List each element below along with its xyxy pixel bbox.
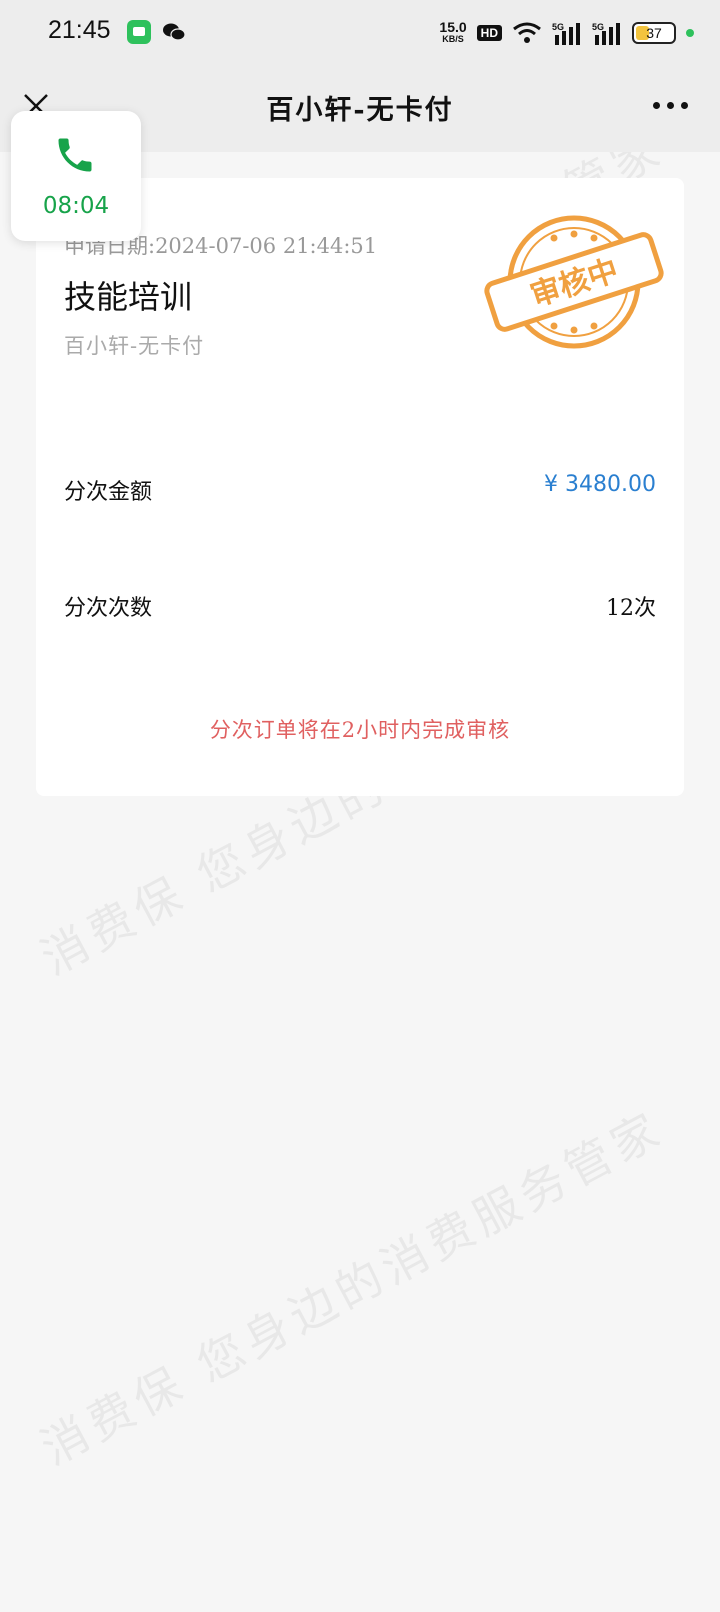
count-value: 12次 — [606, 596, 656, 621]
review-stamp: 审核中 — [484, 215, 664, 349]
amount-value: ¥ 3480.00 — [544, 472, 656, 497]
call-float-widget[interactable]: 08:04 — [11, 111, 141, 241]
more-dot — [667, 102, 674, 109]
status-bar: 21:45 15.0 KB/S HD 5G 5G 37 — [0, 0, 720, 66]
net-speed-unit: KB/S — [442, 34, 464, 44]
indicator-dot — [686, 29, 694, 37]
battery-icon: 37 — [632, 22, 676, 44]
signal-label: 5G — [592, 22, 604, 32]
wechat-icon — [163, 23, 186, 41]
count-label: 分次次数 — [64, 596, 153, 621]
net-speed: 15.0 KB/S — [439, 20, 466, 45]
more-dot — [653, 102, 660, 109]
merchant-name: 百小轩-无卡付 — [64, 334, 205, 358]
signal-icon: 5G — [592, 22, 620, 45]
status-time: 21:45 — [48, 16, 111, 44]
review-notice: 分次订单将在2小时内完成审核 — [209, 718, 511, 742]
signal-label: 5G — [552, 22, 564, 32]
phone-icon — [58, 138, 92, 172]
battery-level: 37 — [646, 25, 662, 41]
signal-icon: 5G — [552, 22, 580, 45]
more-icon[interactable] — [653, 102, 688, 109]
amount-label: 分次金额 — [64, 480, 153, 505]
order-title: 技能培训 — [64, 278, 193, 316]
call-duration: 08:04 — [42, 193, 110, 219]
status-icons: 15.0 KB/S HD 5G 5G 37 — [439, 18, 694, 48]
more-dot — [681, 102, 688, 109]
messages-app-icon — [127, 20, 151, 44]
hd-badge: HD — [476, 25, 502, 41]
watermark-text: 消费保 您身边的消费服务管家 — [32, 1100, 673, 1476]
wifi-icon — [513, 22, 541, 43]
